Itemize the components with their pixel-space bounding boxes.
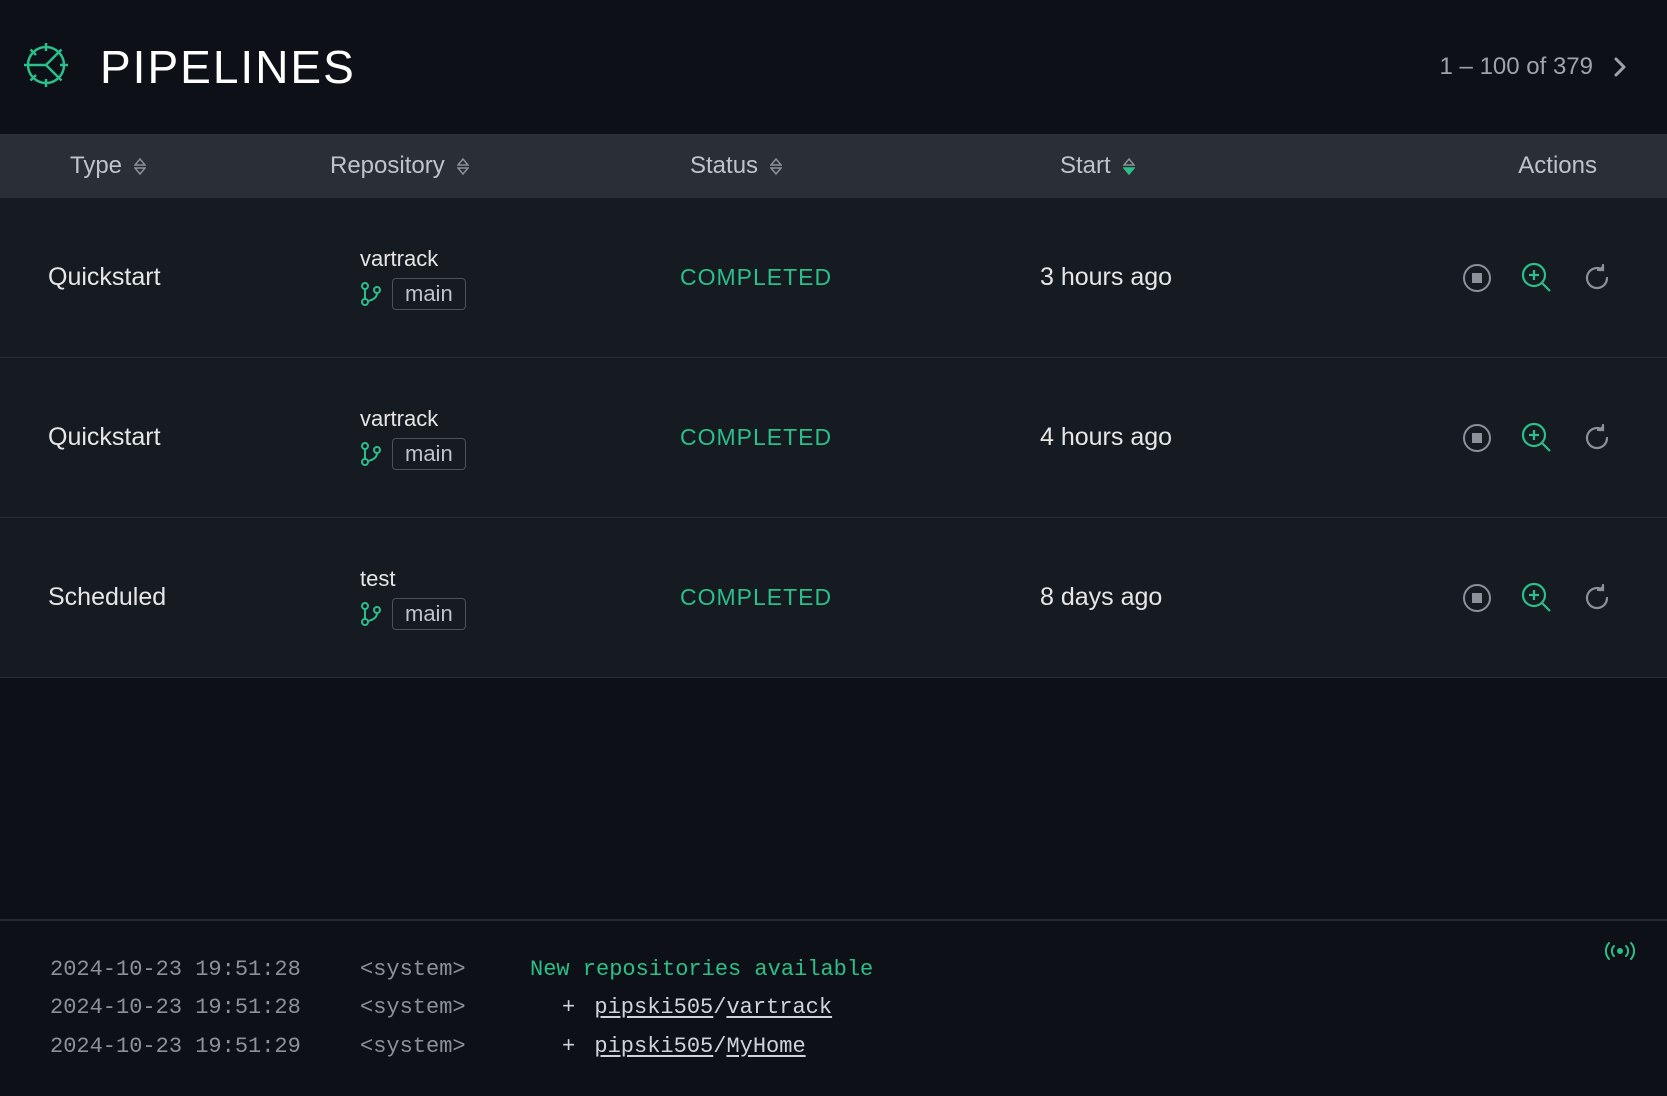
repo-name: vartrack bbox=[360, 246, 580, 272]
stop-icon[interactable] bbox=[1459, 580, 1495, 616]
column-header-label: Status bbox=[690, 152, 758, 180]
gear-icon bbox=[22, 41, 70, 94]
branch-tag: main bbox=[392, 278, 466, 310]
console-line: 2024-10-23 19:51:28 <system> New reposit… bbox=[50, 951, 1627, 990]
column-header-label: Type bbox=[70, 152, 122, 180]
header-left: PIPELINES bbox=[22, 40, 356, 94]
console-timestamp: 2024-10-23 19:51:29 bbox=[50, 1028, 310, 1067]
cell-start: 3 hours ago bbox=[900, 263, 1240, 292]
cell-type: Quickstart bbox=[0, 263, 270, 292]
page-title: PIPELINES bbox=[100, 40, 356, 94]
cell-type: Quickstart bbox=[0, 423, 270, 452]
chevron-right-icon[interactable] bbox=[1613, 56, 1627, 78]
sort-icon bbox=[457, 158, 469, 175]
table-row[interactable]: Scheduled test main COMPLETED 8 days ago bbox=[0, 518, 1667, 678]
sort-icon bbox=[134, 158, 146, 175]
console-line: 2024-10-23 19:51:29 <system> + pipski505… bbox=[50, 1028, 1627, 1067]
zoom-in-icon[interactable] bbox=[1519, 420, 1555, 456]
table-row[interactable]: Quickstart vartrack main COMPLETED 4 hou… bbox=[0, 358, 1667, 518]
repo-link[interactable]: MyHome bbox=[726, 1034, 805, 1059]
column-header-repository[interactable]: Repository bbox=[270, 152, 580, 180]
table-header: Type Repository Status Start Actions bbox=[0, 134, 1667, 198]
branch-icon bbox=[360, 601, 382, 627]
cell-status: COMPLETED bbox=[580, 584, 900, 611]
table-body: Quickstart vartrack main COMPLETED 3 hou… bbox=[0, 198, 1667, 678]
console-message: New repositories available bbox=[530, 951, 873, 990]
pagination-text: 1 – 100 of 379 bbox=[1440, 53, 1593, 81]
cell-actions bbox=[1240, 580, 1667, 616]
refresh-icon[interactable] bbox=[1579, 420, 1615, 456]
console-source: <system> bbox=[360, 989, 480, 1028]
sort-icon-active bbox=[1123, 158, 1135, 175]
branch-row: main bbox=[360, 598, 580, 630]
column-header-start[interactable]: Start bbox=[900, 152, 1240, 180]
refresh-icon[interactable] bbox=[1579, 580, 1615, 616]
cell-actions bbox=[1240, 260, 1667, 296]
stop-icon[interactable] bbox=[1459, 260, 1495, 296]
sort-icon bbox=[770, 158, 782, 175]
branch-icon bbox=[360, 441, 382, 467]
cell-start: 4 hours ago bbox=[900, 423, 1240, 452]
column-header-status[interactable]: Status bbox=[580, 152, 900, 180]
branch-row: main bbox=[360, 278, 580, 310]
branch-tag: main bbox=[392, 598, 466, 630]
console-line: 2024-10-23 19:51:28 <system> + pipski505… bbox=[50, 989, 1627, 1028]
console-source: <system> bbox=[360, 1028, 480, 1067]
console-timestamp: 2024-10-23 19:51:28 bbox=[50, 951, 310, 990]
console-message: + pipski505/MyHome bbox=[530, 1028, 806, 1067]
stop-icon[interactable] bbox=[1459, 420, 1495, 456]
repo-owner[interactable]: pipski505 bbox=[594, 1034, 713, 1059]
column-header-label: Start bbox=[1060, 152, 1111, 180]
zoom-in-icon[interactable] bbox=[1519, 580, 1555, 616]
branch-tag: main bbox=[392, 438, 466, 470]
console-panel: 2024-10-23 19:51:28 <system> New reposit… bbox=[0, 919, 1667, 1096]
console-timestamp: 2024-10-23 19:51:28 bbox=[50, 989, 310, 1028]
cell-start: 8 days ago bbox=[900, 583, 1240, 612]
signal-icon[interactable] bbox=[1603, 939, 1637, 963]
console-message: + pipski505/vartrack bbox=[530, 989, 832, 1028]
pagination: 1 – 100 of 379 bbox=[1440, 53, 1627, 81]
branch-row: main bbox=[360, 438, 580, 470]
refresh-icon[interactable] bbox=[1579, 260, 1615, 296]
cell-type: Scheduled bbox=[0, 583, 270, 612]
branch-icon bbox=[360, 281, 382, 307]
cell-repository: test main bbox=[270, 566, 580, 630]
table-row[interactable]: Quickstart vartrack main COMPLETED 3 hou… bbox=[0, 198, 1667, 358]
column-header-type[interactable]: Type bbox=[0, 152, 270, 180]
repo-link[interactable]: vartrack bbox=[726, 995, 832, 1020]
plus-icon: + bbox=[562, 1034, 575, 1059]
console-source: <system> bbox=[360, 951, 480, 990]
column-header-label: Repository bbox=[330, 152, 445, 180]
repo-name: vartrack bbox=[360, 406, 580, 432]
cell-status: COMPLETED bbox=[580, 264, 900, 291]
zoom-in-icon[interactable] bbox=[1519, 260, 1555, 296]
cell-repository: vartrack main bbox=[270, 246, 580, 310]
console-top bbox=[1603, 939, 1637, 963]
column-header-label: Actions bbox=[1518, 152, 1597, 180]
cell-actions bbox=[1240, 420, 1667, 456]
column-header-actions: Actions bbox=[1240, 152, 1667, 180]
cell-status: COMPLETED bbox=[580, 424, 900, 451]
repo-owner[interactable]: pipski505 bbox=[594, 995, 713, 1020]
page-header: PIPELINES 1 – 100 of 379 bbox=[0, 0, 1667, 134]
plus-icon: + bbox=[562, 995, 575, 1020]
repo-name: test bbox=[360, 566, 580, 592]
cell-repository: vartrack main bbox=[270, 406, 580, 470]
